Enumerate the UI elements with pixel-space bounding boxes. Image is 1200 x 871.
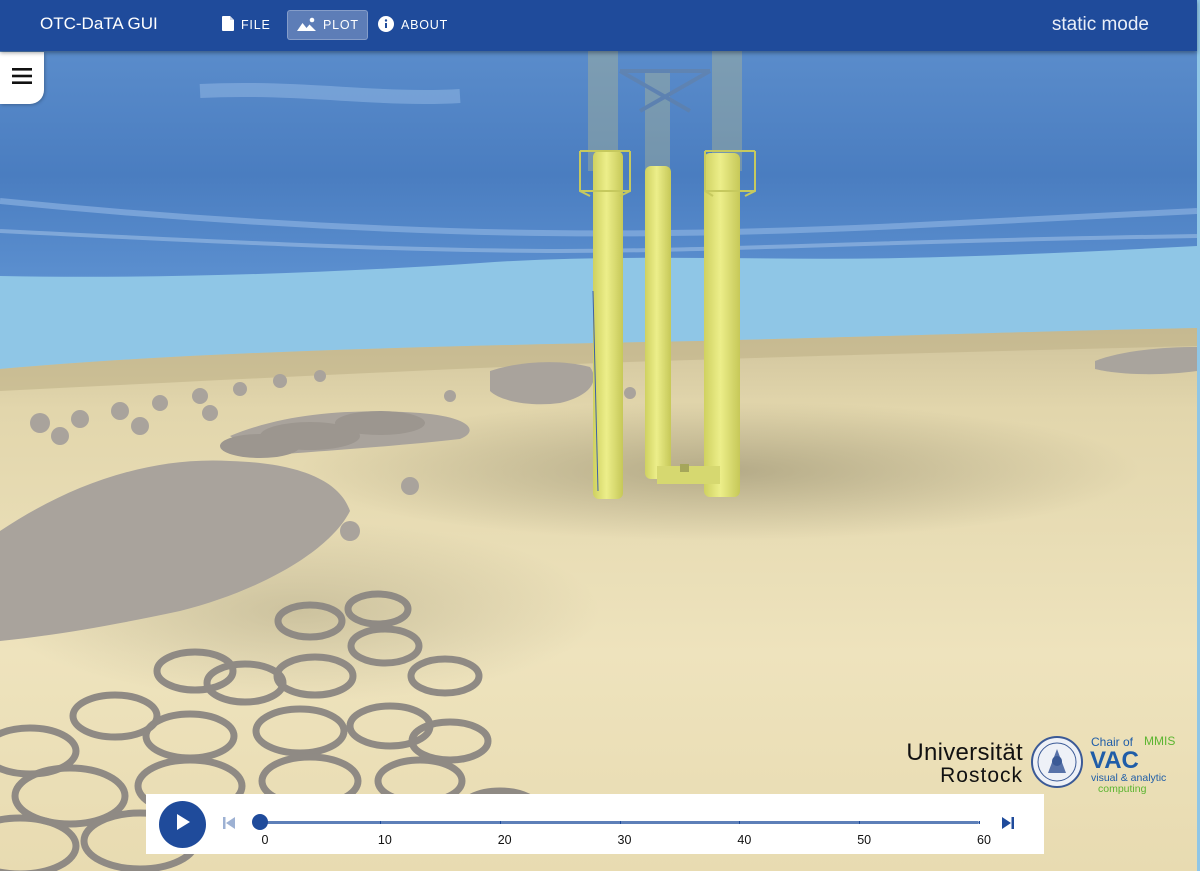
timeline-tick-label: 10	[377, 833, 392, 847]
timeline-tick	[979, 821, 980, 824]
university-seal-icon	[1030, 735, 1084, 794]
vac-logo-icon: VAC	[1090, 747, 1139, 771]
timeline-tick-label: 60	[977, 833, 991, 847]
play-button[interactable]	[159, 801, 206, 848]
timeline-tick-label: 30	[617, 833, 632, 847]
timeline-tick	[499, 821, 501, 824]
hamburger-menu-icon	[12, 67, 32, 89]
play-icon	[175, 813, 191, 836]
image-icon	[297, 17, 316, 34]
skip-next-button[interactable]	[1002, 816, 1014, 834]
about-button-label: ABOUT	[401, 18, 449, 32]
timeline-tick-label: 20	[497, 833, 512, 847]
university-name-line2: Rostock	[940, 764, 1023, 787]
timeline-tick-label: 0	[261, 833, 269, 847]
plot-button[interactable]: PLOT	[287, 10, 368, 40]
timeline-tick	[619, 821, 621, 824]
timeline-panel: 0 10 20 30 40 50 60	[146, 794, 1044, 854]
timeline-tick-label: 50	[857, 833, 872, 847]
about-button[interactable]: ABOUT	[369, 10, 457, 40]
timeline-tick	[379, 821, 381, 824]
app-bar: OTC-DaTA GUI FILE PLOT ABOUT static mode	[0, 0, 1197, 51]
info-icon	[378, 15, 394, 35]
file-button-label: FILE	[241, 18, 271, 32]
timeline-slider-thumb[interactable]	[252, 814, 268, 830]
file-button[interactable]: FILE	[213, 10, 280, 40]
timeline-tick	[739, 821, 741, 824]
file-icon	[222, 16, 234, 34]
university-name-line1: Universität	[906, 739, 1023, 766]
plot-button-label: PLOT	[323, 18, 359, 32]
timeline-tick	[859, 821, 861, 824]
skip-previous-button[interactable]	[223, 816, 235, 834]
university-rostock-logo: Universität Rostock	[898, 741, 1023, 787]
skip-next-icon	[1002, 816, 1014, 833]
svg-text:VAC: VAC	[1090, 747, 1139, 771]
vac-tagline-line2: computing	[1098, 783, 1147, 795]
app-title: OTC-DaTA GUI	[40, 14, 158, 33]
mmis-label: MMIS	[1144, 734, 1176, 748]
timeline-tick-label: 40	[737, 833, 752, 847]
drawer-menu-button[interactable]	[0, 52, 44, 104]
skip-previous-icon	[223, 816, 235, 833]
mode-indicator: static mode	[1051, 14, 1149, 35]
